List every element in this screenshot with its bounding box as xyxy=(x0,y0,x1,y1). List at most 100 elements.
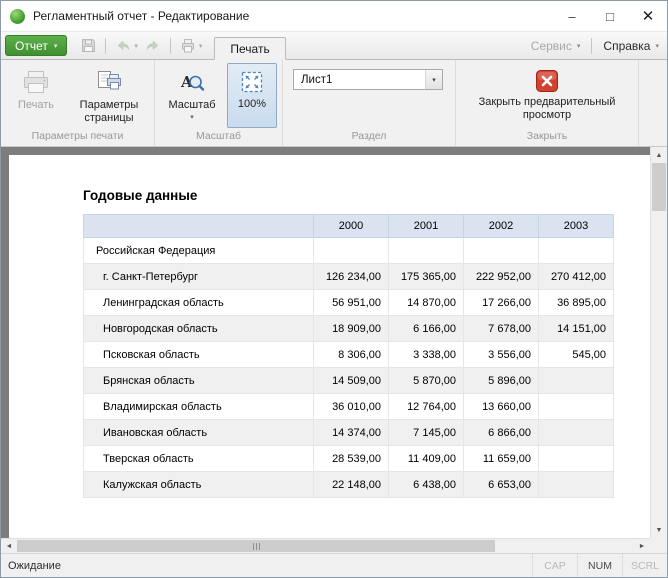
group-label-section: Раздел xyxy=(283,128,455,146)
value-cell: 175 365,00 xyxy=(389,264,464,290)
value-cell: 11 409,00 xyxy=(389,446,464,472)
zoom-100-label: 100% xyxy=(238,98,266,111)
minimize-button[interactable]: – xyxy=(553,1,591,31)
scale-button[interactable]: A Масштаб ▾ xyxy=(160,63,224,128)
value-cell: 6 653,00 xyxy=(464,472,539,498)
printer-icon xyxy=(21,69,51,96)
value-cell: 36 010,00 xyxy=(314,394,389,420)
zoom-100-button[interactable]: 100% xyxy=(227,63,277,128)
value-cell xyxy=(314,238,389,264)
table-row: Псковская область8 306,003 338,003 556,0… xyxy=(84,342,614,368)
scroll-lock-indicator: SCRL xyxy=(622,554,667,577)
scale-button-label: Масштаб xyxy=(168,99,215,112)
value-cell xyxy=(539,394,614,420)
value-cell: 14 509,00 xyxy=(314,368,389,394)
value-cell: 5 896,00 xyxy=(464,368,539,394)
scale-icon: A xyxy=(179,69,206,96)
value-cell: 270 412,00 xyxy=(539,264,614,290)
sheet-select[interactable]: Лист1 ▾ xyxy=(293,69,443,90)
menu-help-label: Справка xyxy=(603,39,650,53)
chevron-down-icon[interactable]: ▾ xyxy=(425,70,442,89)
value-cell: 3 556,00 xyxy=(464,342,539,368)
row-label: г. Санкт-Петербург xyxy=(84,264,314,290)
value-cell xyxy=(464,238,539,264)
close-preview-label: Закрыть предварительный просмотр xyxy=(467,96,627,122)
toolbar-separator xyxy=(170,38,171,54)
scroll-down-icon[interactable]: ▼ xyxy=(651,522,667,538)
table-row: Новгородская область18 909,006 166,007 6… xyxy=(84,316,614,342)
print-icon xyxy=(176,35,200,57)
scrollbar-corner xyxy=(650,538,667,553)
page-setup-button[interactable]: Параметры страницы xyxy=(69,63,149,128)
title-bar: Регламентный отчет - Редактирование – □ … xyxy=(1,1,667,32)
app-icon xyxy=(10,9,25,24)
row-label: Ленинградская область xyxy=(84,290,314,316)
redo-icon xyxy=(141,35,165,57)
menu-help[interactable]: Справка ▾ xyxy=(603,39,659,53)
page-setup-label: Параметры страницы xyxy=(75,99,143,125)
value-cell xyxy=(539,368,614,394)
value-cell: 14 870,00 xyxy=(389,290,464,316)
value-cell xyxy=(389,238,464,264)
ribbon: Печать Параметры страницы Параметры печа… xyxy=(1,59,667,147)
menu-service-label: Сервис xyxy=(531,39,572,53)
group-label-close: Закрыть xyxy=(456,128,638,146)
tab-print[interactable]: Печать xyxy=(214,37,285,60)
value-cell: 6 438,00 xyxy=(389,472,464,498)
scroll-left-icon[interactable]: ◄ xyxy=(1,539,17,553)
caps-lock-indicator: CAP xyxy=(532,554,577,577)
toolbar-separator xyxy=(105,38,106,54)
value-cell: 126 234,00 xyxy=(314,264,389,290)
table-row: г. Санкт-Петербург126 234,00175 365,0022… xyxy=(84,264,614,290)
row-label: Ивановская область xyxy=(84,420,314,446)
close-preview-button[interactable]: Закрыть предварительный просмотр xyxy=(461,63,633,128)
table-row: Ивановская область14 374,007 145,006 866… xyxy=(84,420,614,446)
ribbon-group-section: Лист1 ▾ Раздел xyxy=(283,60,456,146)
value-cell: 7 145,00 xyxy=(389,420,464,446)
print-button-label: Печать xyxy=(18,99,54,112)
chevron-down-icon: ▾ xyxy=(655,42,659,50)
table-header-row: 2000 2001 2002 2003 xyxy=(84,215,614,238)
ribbon-group-close: Закрыть предварительный просмотр Закрыть xyxy=(456,60,639,146)
vertical-scrollbar[interactable]: ▲ ▼ xyxy=(650,147,667,538)
report-menu-button[interactable]: Отчет ▾ xyxy=(5,35,67,56)
scroll-up-icon[interactable]: ▲ xyxy=(651,147,667,163)
chevron-down-icon: ▾ xyxy=(577,42,581,50)
horizontal-scrollbar[interactable]: ◄ ► xyxy=(1,538,650,553)
maximize-button[interactable]: □ xyxy=(591,1,629,31)
status-text: Ожидание xyxy=(1,554,532,577)
table-row: Тверская область28 539,0011 409,0011 659… xyxy=(84,446,614,472)
chevron-down-icon: ▾ xyxy=(54,42,58,50)
row-label: Тверская область xyxy=(84,446,314,472)
table-row: Брянская область14 509,005 870,005 896,0… xyxy=(84,368,614,394)
close-button[interactable]: ✕ xyxy=(629,1,667,31)
vertical-scroll-thumb[interactable] xyxy=(652,163,666,211)
report-table-body: Российская Федерацияг. Санкт-Петербург12… xyxy=(84,238,614,498)
scroll-right-icon[interactable]: ► xyxy=(634,539,650,553)
page-setup-icon xyxy=(94,69,124,96)
row-label: Российская Федерация xyxy=(84,238,314,264)
ribbon-group-scale: A Масштаб ▾ 100% Масштаб xyxy=(155,60,283,146)
value-cell: 222 952,00 xyxy=(464,264,539,290)
ribbon-group-print-params: Печать Параметры страницы Параметры печа… xyxy=(1,60,155,146)
toolbar: Отчет ▾ ▾ ▾ Печать Сервис ▾ xyxy=(1,32,667,59)
table-row: Российская Федерация xyxy=(84,238,614,264)
header-year: 2003 xyxy=(539,215,614,238)
row-label: Владимирская область xyxy=(84,394,314,420)
value-cell: 8 306,00 xyxy=(314,342,389,368)
toolbar-right: Сервис ▾ Справка ▾ xyxy=(531,38,659,54)
value-cell: 5 870,00 xyxy=(389,368,464,394)
header-year: 2000 xyxy=(314,215,389,238)
undo-icon xyxy=(111,35,135,57)
row-label: Псковская область xyxy=(84,342,314,368)
value-cell xyxy=(539,472,614,498)
horizontal-scroll-thumb[interactable] xyxy=(17,540,495,552)
value-cell: 14 151,00 xyxy=(539,316,614,342)
value-cell: 13 660,00 xyxy=(464,394,539,420)
value-cell: 545,00 xyxy=(539,342,614,368)
report-table: 2000 2001 2002 2003 Российская Федерация… xyxy=(83,214,614,498)
table-row: Калужская область22 148,006 438,006 653,… xyxy=(84,472,614,498)
value-cell: 22 148,00 xyxy=(314,472,389,498)
value-cell: 12 764,00 xyxy=(389,394,464,420)
value-cell xyxy=(539,420,614,446)
